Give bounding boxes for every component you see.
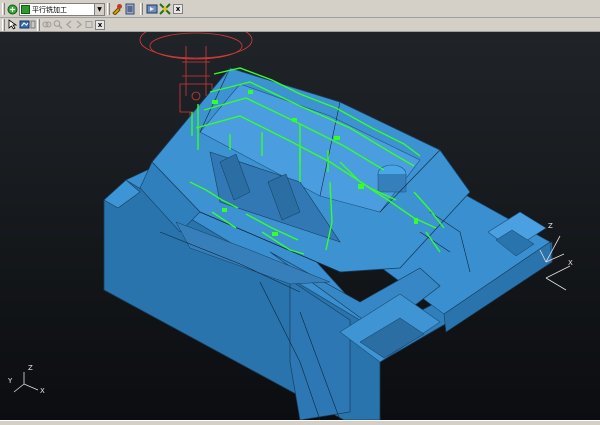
settings-icon[interactable]	[84, 19, 94, 30]
strategy-icon[interactable]	[7, 3, 18, 15]
chevron-down-icon[interactable]: ▼	[94, 4, 104, 15]
toolbar-separator	[37, 19, 40, 31]
main-toolbar: 平行铣加工 ▼ x	[0, 0, 600, 18]
local-z-label: Z	[548, 222, 553, 230]
model-view: Z X Z X Y	[0, 32, 600, 420]
toolbar-separator	[140, 3, 143, 15]
secondary-toolbar: x	[0, 18, 600, 32]
status-bar	[0, 420, 600, 425]
world-z-label: Z	[28, 364, 33, 372]
operation-select[interactable]: 平行铣加工 ▼	[19, 3, 105, 16]
toolbar-grip[interactable]	[2, 3, 5, 15]
simulate-icon[interactable]	[146, 3, 158, 15]
local-x-label: X	[568, 259, 573, 267]
database-icon[interactable]	[124, 3, 136, 15]
pointer-icon[interactable]	[7, 19, 18, 30]
zoom-icon[interactable]	[53, 19, 63, 30]
toolbar-separator	[107, 3, 110, 15]
world-y-label: Y	[7, 377, 13, 385]
3d-viewport[interactable]: Z X Z X Y	[0, 32, 600, 420]
operation-select-value: 平行铣加工	[32, 5, 67, 14]
close-icon[interactable]: x	[173, 4, 183, 14]
world-x-label: X	[40, 387, 45, 395]
close-icon[interactable]: x	[95, 20, 105, 30]
pan-icon[interactable]	[19, 19, 30, 30]
toolbar-grip[interactable]	[2, 19, 5, 31]
tool-icon[interactable]	[111, 3, 123, 15]
operation-icon	[21, 5, 30, 14]
view-icon[interactable]	[30, 19, 36, 30]
link-icon[interactable]	[42, 19, 52, 30]
arrow-left-icon[interactable]	[64, 19, 74, 30]
verify-icon[interactable]	[159, 3, 171, 15]
arrow-right-icon[interactable]	[74, 19, 84, 30]
